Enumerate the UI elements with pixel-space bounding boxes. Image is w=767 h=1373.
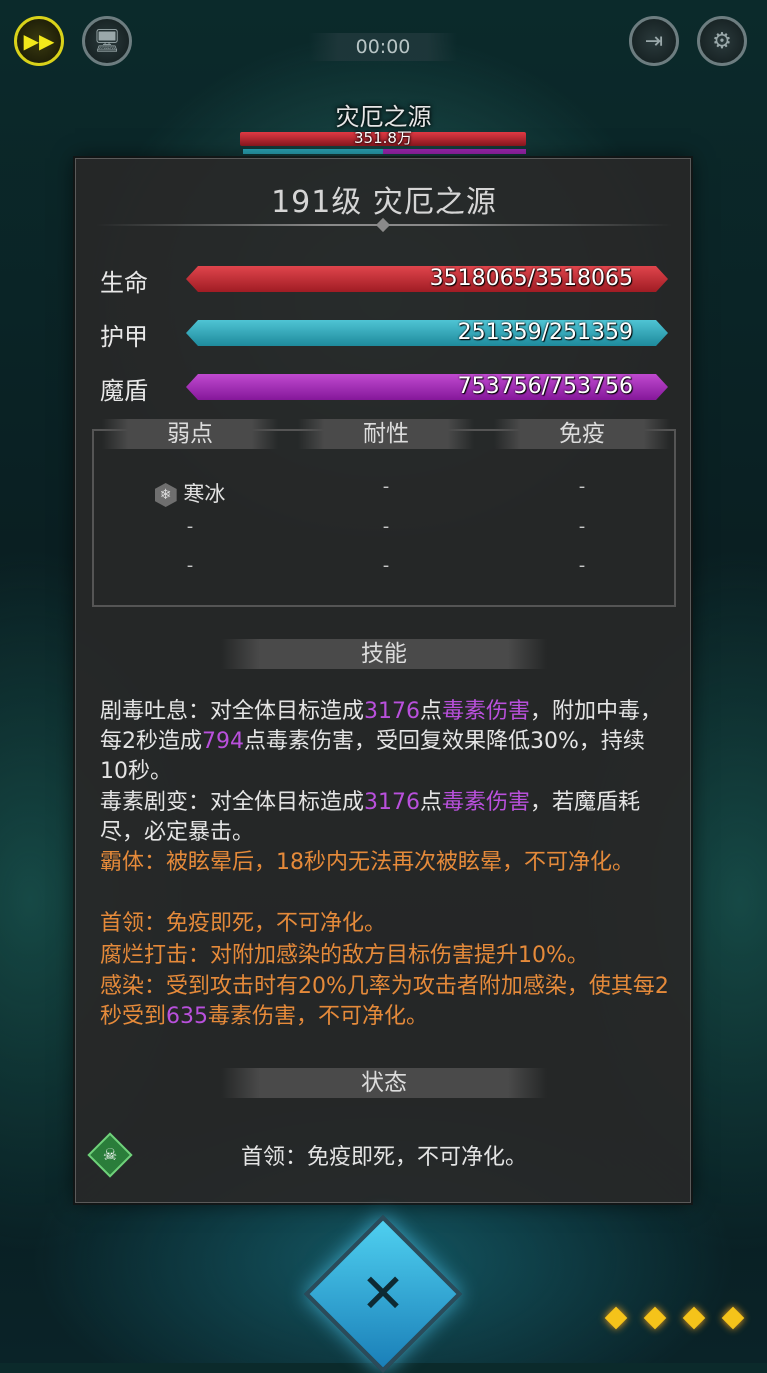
skills-header: 技能 — [221, 639, 547, 669]
skill-highlight: 3176 — [364, 790, 421, 815]
boss-info-panel: 191级 灾厄之源 生命 3518065/3518065 护甲 251359/2… — [75, 158, 691, 1203]
immunity-header: 免疫 — [494, 419, 670, 449]
skill-text: 剧毒吐息：对全体目标造成 — [100, 699, 365, 724]
status-header: 状态 — [221, 1068, 547, 1098]
hp-bar: 3518065/3518065 — [186, 266, 668, 292]
exit-button[interactable]: ⇥ — [629, 16, 679, 66]
skill-description: 首领：免疫即死，不可净化。 — [100, 909, 670, 939]
hp-value: 3518065/3518065 — [429, 266, 633, 291]
energy-gem-icon — [682, 1306, 706, 1330]
energy-gem-icon — [643, 1306, 667, 1330]
skill-text: 点 — [420, 790, 443, 815]
weakness-header: 弱点 — [102, 419, 278, 449]
shield-label: 魔盾 — [100, 377, 148, 405]
resist-cell: - — [186, 516, 194, 537]
skill-highlight: 635 — [166, 1004, 209, 1029]
armor-value: 251359/251359 — [457, 320, 633, 345]
skill-description: 剧毒吐息：对全体目标造成3176点毒素伤害，附加中毒，每2秒造成794点毒素伤害… — [100, 697, 670, 787]
energy-gem-icon — [604, 1306, 628, 1330]
skill-text: 毒素剧变：对全体目标造成 — [100, 790, 365, 815]
energy-gem-icon — [721, 1306, 745, 1330]
hp-label: 生命 — [100, 269, 148, 297]
skill-text: 腐烂打击：对附加感染的敌方目标伤害提升10%。 — [100, 943, 589, 968]
resist-cell: - — [382, 516, 390, 537]
skill-description: 霸体：被眩晕后，18秒内无法再次被眩晕，不可净化。 — [100, 848, 670, 878]
resist-cell: - — [382, 476, 390, 497]
exit-door-icon: ⇥ — [644, 28, 664, 54]
auto-screen-icon: 🖥 — [93, 28, 121, 54]
settings-button[interactable]: ⚙ — [697, 16, 747, 66]
resist-cell: - — [578, 516, 586, 537]
shield-value: 753756/753756 — [457, 374, 633, 399]
skill-highlight: 毒素伤害 — [442, 699, 531, 724]
skill-description: 腐烂打击：对附加感染的敌方目标伤害提升10%。 — [100, 941, 670, 971]
ice-icon: ❄ — [154, 483, 177, 507]
boss-hp-text: 351.8万 — [354, 129, 412, 147]
resistance-table: 弱点 耐性 免疫 ❄ 寒冰 - - - - - - - - — [92, 419, 676, 607]
skill-text: 首领：免疫即死，不可净化。 — [100, 911, 387, 936]
weakness-cell: ❄ 寒冰 — [102, 478, 278, 508]
battle-timer: 00:00 — [309, 33, 457, 61]
weakness-value: 寒冰 — [183, 482, 226, 506]
speed-button[interactable]: ▶▶ — [14, 16, 64, 66]
skill-highlight: 毒素伤害 — [442, 790, 531, 815]
resist-cell: - — [578, 476, 586, 497]
resist-cell: - — [578, 555, 586, 576]
gear-icon: ⚙ — [712, 28, 732, 54]
close-icon: ✕ — [360, 1262, 406, 1325]
skill-text: 毒素伤害，不可净化。 — [208, 1004, 429, 1029]
skill-description: 感染：受到攻击时有20%几率为攻击者附加感染，使其每2秒受到635毒素伤害，不可… — [100, 972, 670, 1032]
skill-text: 霸体：被眩晕后，18秒内无法再次被眩晕，不可净化。 — [100, 850, 634, 875]
armor-bar: 251359/251359 — [186, 320, 668, 346]
panel-title: 191级 灾厄之源 — [271, 185, 497, 220]
skill-text: 点 — [420, 699, 443, 724]
fast-forward-icon: ▶▶ — [23, 29, 55, 53]
shield-bar: 753756/753756 — [186, 374, 668, 400]
status-text: 首领：免疫即死，不可净化。 — [240, 1145, 527, 1170]
armor-label: 护甲 — [100, 323, 148, 351]
skill-highlight: 3176 — [364, 699, 421, 724]
resist-cell: - — [382, 555, 390, 576]
skill-description: 毒素剧变：对全体目标造成3176点毒素伤害，若魔盾耗尽，必定暴击。 — [100, 788, 670, 848]
boss-armor-bar — [243, 149, 383, 154]
skill-highlight: 794 — [202, 729, 244, 754]
boss-shield-bar — [383, 149, 526, 154]
auto-button[interactable]: 🖥 — [82, 16, 132, 66]
resistance-header: 耐性 — [298, 419, 474, 449]
resist-cell: - — [186, 555, 194, 576]
